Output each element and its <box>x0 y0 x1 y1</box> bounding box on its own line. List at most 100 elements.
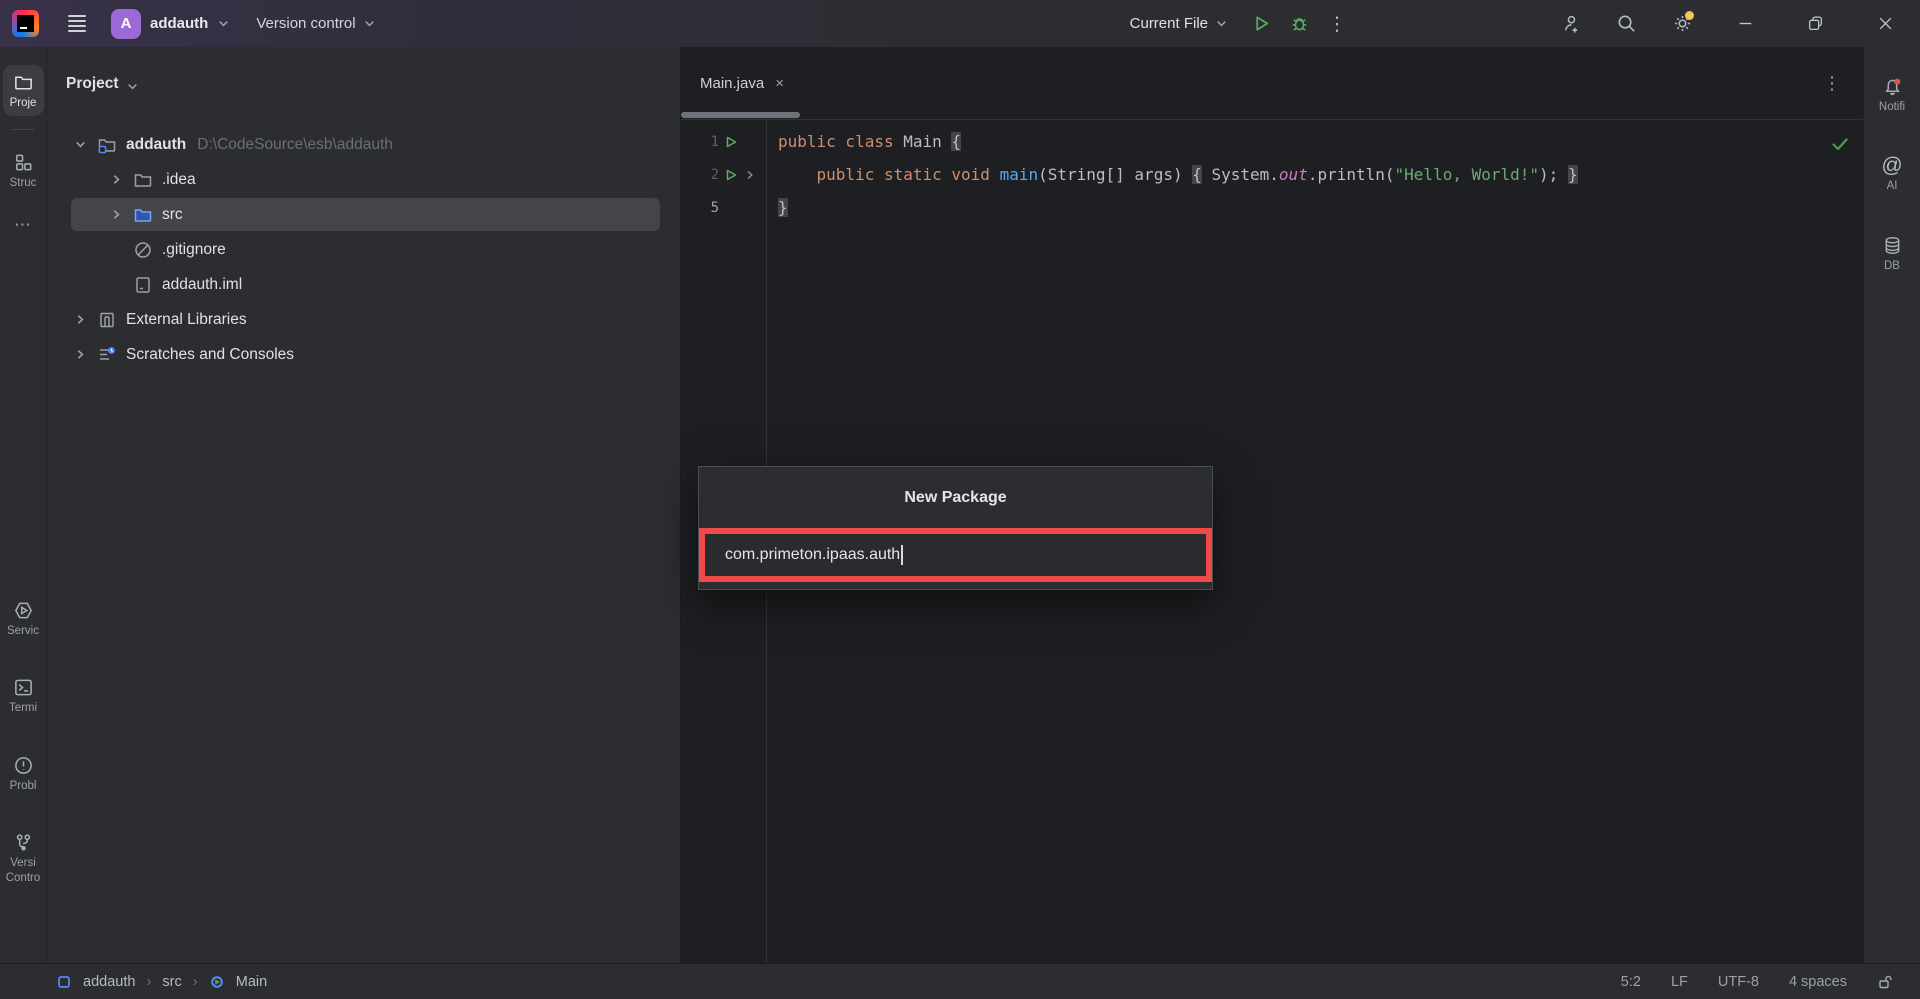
gutter-line-2: 2 <box>681 167 766 183</box>
run-button[interactable] <box>1242 0 1280 47</box>
code-viewport: 1 public class Main { 2 <box>681 120 1863 224</box>
tree-row-idea[interactable]: .idea <box>47 162 680 197</box>
search-everywhere-button[interactable] <box>1598 0 1654 47</box>
tool-structure[interactable]: Struc <box>3 145 44 196</box>
run-icon <box>1252 14 1271 33</box>
inspections-ok-icon[interactable] <box>1830 134 1850 154</box>
chevron-right-icon[interactable] <box>73 347 88 362</box>
debug-button[interactable] <box>1280 0 1318 47</box>
tab-main-java[interactable]: Main.java × <box>681 47 800 119</box>
code-line-2[interactable]: 2 public static void main(String[] args)… <box>681 158 1863 191</box>
run-configuration-selector[interactable]: Current File <box>1130 15 1228 32</box>
tree-row-iml[interactable]: addauth.iml <box>47 267 680 302</box>
tab-close-icon[interactable]: × <box>775 76 784 91</box>
settings-notification-badge <box>1685 11 1694 20</box>
unlocked-icon[interactable] <box>1877 974 1893 990</box>
run-class-gutter-button[interactable] <box>724 135 738 149</box>
right-tool-stripe: Notifi @ AI DB <box>1863 47 1920 963</box>
project-name: addauth <box>150 15 208 32</box>
search-icon <box>1616 13 1637 34</box>
vcs-menu[interactable]: Version control <box>256 15 375 32</box>
chevron-down-icon <box>363 17 376 30</box>
chevron-right-icon[interactable] <box>73 312 88 327</box>
close-icon <box>1877 15 1894 32</box>
chevron-down-icon <box>217 17 230 30</box>
minimize-icon <box>1737 15 1754 32</box>
gutter-line-1: 1 <box>681 134 766 150</box>
tab-label: Main.java <box>700 75 764 92</box>
tool-project[interactable]: Proje <box>3 65 44 116</box>
tool-services[interactable]: Servic <box>3 593 44 644</box>
package-name-input[interactable]: com.primeton.ipaas.auth <box>725 546 900 564</box>
restore-icon <box>1807 15 1824 32</box>
line-number: 1 <box>701 134 719 150</box>
project-path: D:\CodeSource\esb\addauth <box>197 136 393 154</box>
breadcrumb-separator: › <box>146 973 151 990</box>
tab-options-button[interactable]: ⋮ <box>1823 73 1841 94</box>
line-separator-widget[interactable]: LF <box>1671 974 1688 990</box>
code-line-5[interactable]: 5 } <box>681 191 1863 224</box>
encoding-widget[interactable]: UTF-8 <box>1718 974 1759 990</box>
panel-title: Project <box>66 75 119 93</box>
gutter-line-5: 5 <box>681 200 766 216</box>
more-actions-button[interactable]: ⋮ <box>1318 0 1356 47</box>
project-widget[interactable]: A addauth <box>111 9 230 39</box>
chevron-down-icon[interactable] <box>73 137 88 152</box>
breadcrumb-module[interactable]: addauth <box>83 974 135 990</box>
chevron-right-icon[interactable] <box>109 172 124 187</box>
runnable-class-icon <box>209 974 225 990</box>
more-vertical-icon: ⋮ <box>1823 73 1841 94</box>
breadcrumb-separator: › <box>193 973 198 990</box>
project-tree: addauth D:\CodeSource\esb\addauth .idea <box>47 103 680 372</box>
code-with-me-button[interactable] <box>1542 0 1598 47</box>
tree-row-gitignore[interactable]: .gitignore <box>47 232 680 267</box>
tree-row-addauth[interactable]: addauth D:\CodeSource\esb\addauth <box>47 127 680 162</box>
tool-version-control[interactable]: Versi Contro <box>3 825 44 892</box>
more-tool-windows-button[interactable]: ⋯ <box>14 215 32 235</box>
breadcrumb-src[interactable]: src <box>162 974 181 990</box>
tree-row-external-libraries[interactable]: External Libraries <box>47 302 680 337</box>
window-close-button[interactable] <box>1850 0 1920 47</box>
caret-position-widget[interactable]: 5:2 <box>1621 974 1641 990</box>
ellipsis-icon: ⋯ <box>14 215 32 235</box>
tree-label: .gitignore <box>162 241 226 259</box>
services-icon <box>13 600 34 621</box>
tool-terminal[interactable]: Termi <box>3 670 44 721</box>
chevron-down-icon <box>126 80 139 93</box>
run-main-gutter-button[interactable] <box>724 168 738 182</box>
run-configuration-label: Current File <box>1130 15 1208 32</box>
tool-ai-assistant[interactable]: @ AI <box>1872 148 1913 199</box>
fold-expand-icon[interactable] <box>743 168 757 182</box>
tree-row-scratches[interactable]: Scratches and Consoles <box>47 337 680 372</box>
more-vertical-icon: ⋮ <box>1328 13 1347 35</box>
module-icon <box>56 974 72 990</box>
stripe-divider <box>12 129 34 130</box>
git-branch-icon <box>13 832 34 853</box>
tree-row-src[interactable]: src <box>47 197 680 232</box>
intellij-logo-icon <box>12 10 39 37</box>
window-restore-button[interactable] <box>1780 0 1850 47</box>
ai-swirl-icon: @ <box>1881 155 1902 176</box>
add-user-icon <box>1560 13 1581 34</box>
file-icon <box>133 275 153 295</box>
breadcrumb-class[interactable]: Main <box>236 974 267 990</box>
tool-notifications[interactable]: Notifi <box>1872 69 1913 120</box>
chevron-down-icon <box>1215 17 1228 30</box>
main-menu-button[interactable] <box>57 0 97 47</box>
titlebar: A addauth Version control Current File <box>0 0 1920 47</box>
editor-area: Main.java × ⋮ 1 public class Main { <box>681 47 1863 963</box>
tool-database[interactable]: DB <box>1872 228 1913 279</box>
ignored-file-icon <box>133 240 153 260</box>
code-line-1[interactable]: 1 public class Main { <box>681 125 1863 158</box>
indent-widget[interactable]: 4 spaces <box>1789 974 1847 990</box>
tool-problems[interactable]: Probl <box>3 748 44 799</box>
tree-label: addauth.iml <box>162 276 242 294</box>
project-view-selector[interactable]: Project <box>47 47 680 103</box>
settings-button[interactable] <box>1654 0 1710 47</box>
chevron-right-icon[interactable] <box>109 207 124 222</box>
folder-icon <box>133 170 153 190</box>
window-minimize-button[interactable] <box>1710 0 1780 47</box>
dialog-title: New Package <box>699 467 1212 528</box>
database-icon <box>1882 235 1903 256</box>
new-package-dialog: New Package com.primeton.ipaas.auth <box>698 466 1213 590</box>
